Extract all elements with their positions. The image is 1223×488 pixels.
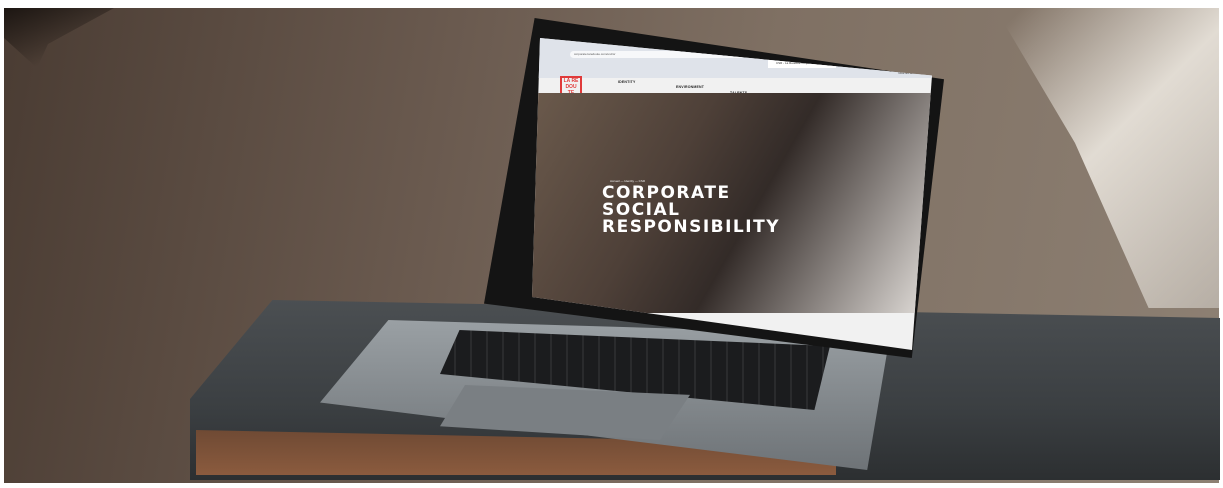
hero-banner: Accueil — Identity — CSR CORPORATE SOCIA… (532, 93, 932, 313)
nav-environment[interactable]: ENVIRONMENT (676, 85, 704, 89)
sunlight-patch (995, 8, 1219, 308)
hero-title-line-3: RESPONSIBILITY (602, 217, 781, 237)
address-bar-text: corporate.laredoute.com/en/csr (574, 52, 616, 56)
nav-identity[interactable]: IDENTITY (618, 80, 636, 84)
hero-title: CORPORATE SOCIAL RESPONSIBILITY (602, 185, 780, 236)
leaf-shadow (4, 8, 114, 68)
laptop-display: CSR - La Redoute Corporate corporate.lar… (532, 38, 932, 350)
